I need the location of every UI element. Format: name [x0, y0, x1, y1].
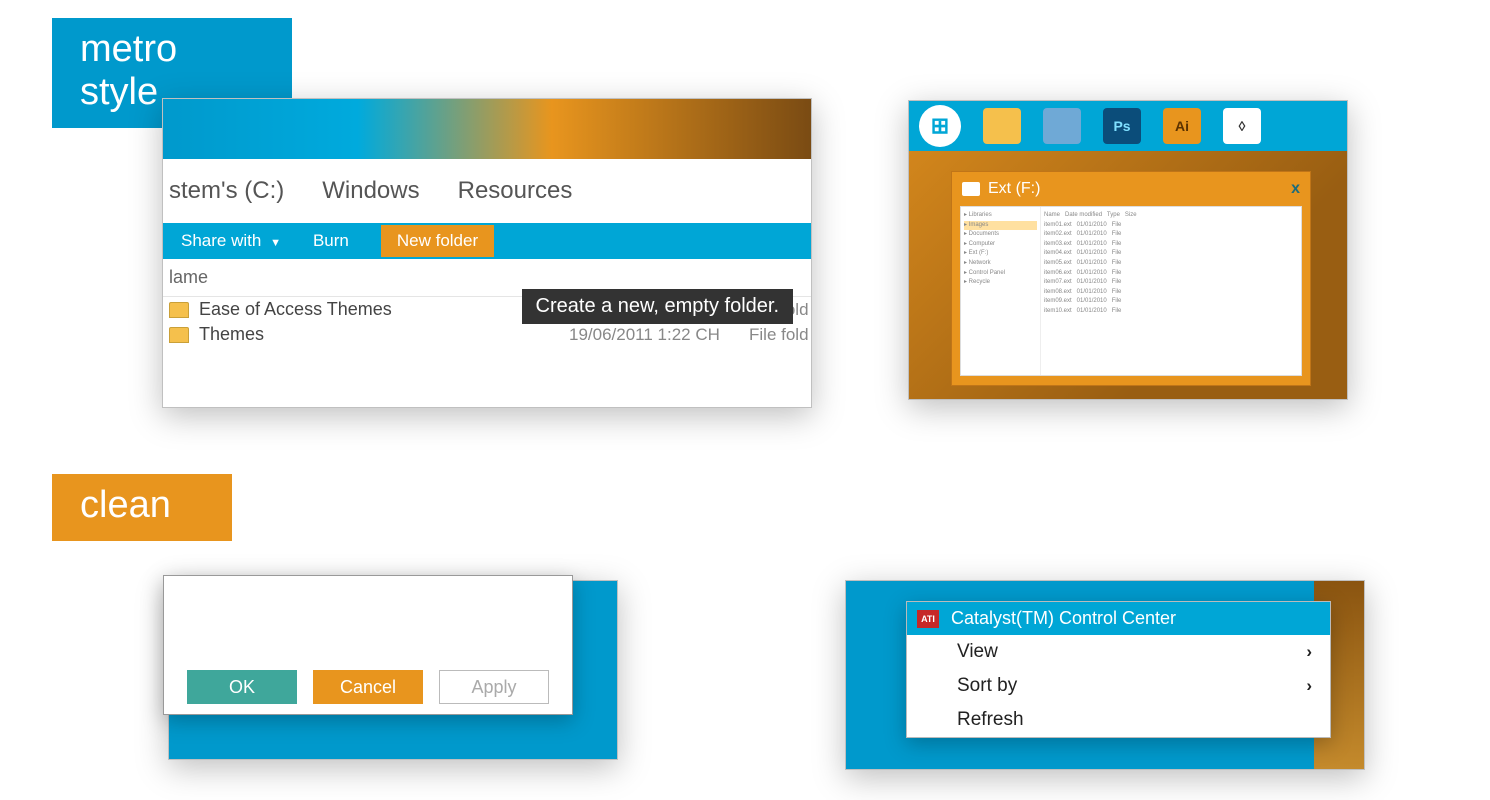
ok-button[interactable]: OK: [187, 670, 297, 704]
new-folder-button[interactable]: New folder: [381, 225, 494, 257]
taskbar-folder-icon[interactable]: [983, 108, 1021, 144]
breadcrumb-item[interactable]: Windows: [322, 177, 419, 205]
apply-button[interactable]: Apply: [439, 670, 549, 704]
file-name: Themes: [199, 324, 569, 345]
context-menu-item-view[interactable]: View ›: [907, 635, 1330, 669]
context-menu-header[interactable]: ATI Catalyst(TM) Control Center: [907, 602, 1330, 635]
taskbar-photoshop-icon[interactable]: Ps: [1103, 108, 1141, 144]
menu-label: Sort by: [957, 675, 1017, 697]
breadcrumb-item[interactable]: Resources: [458, 177, 573, 205]
folder-icon: [169, 327, 189, 343]
taskbar: ⊞ Ps Ai ◊: [909, 101, 1347, 151]
context-menu: ATI Catalyst(TM) Control Center View › S…: [906, 601, 1331, 738]
file-name: Ease of Access Themes: [199, 299, 569, 320]
drive-window-body: ▸ Libraries ▸ Images ▸ Documents ▸ Compu…: [960, 206, 1302, 376]
menu-label: View: [957, 641, 998, 663]
burn-button[interactable]: Burn: [313, 231, 349, 251]
chevron-right-icon: ›: [1306, 642, 1312, 662]
ati-icon: ATI: [917, 610, 939, 628]
start-button[interactable]: ⊞: [919, 105, 961, 147]
share-with-label: Share with: [181, 231, 261, 250]
cancel-button[interactable]: Cancel: [313, 670, 423, 704]
context-menu-item-sortby[interactable]: Sort by ›: [907, 669, 1330, 703]
breadcrumb-item[interactable]: stem's (C:): [169, 177, 284, 205]
close-icon[interactable]: x: [1291, 180, 1300, 198]
context-menu-item-refresh[interactable]: Refresh: [907, 703, 1330, 737]
file-type: File fold: [749, 325, 809, 345]
chevron-down-icon: ▼: [270, 237, 281, 249]
drive-icon: [962, 182, 980, 196]
file-list[interactable]: Name Date modified Type Size item01.ext …: [1041, 207, 1301, 375]
file-date: 19/06/2011 1:22 CH: [569, 325, 749, 345]
context-menu-panel: ATI Catalyst(TM) Control Center View › S…: [845, 580, 1365, 770]
folder-tree[interactable]: ▸ Libraries ▸ Images ▸ Documents ▸ Compu…: [961, 207, 1041, 375]
window-titlebar[interactable]: Ext (F:) x: [952, 172, 1310, 206]
folder-icon: [169, 302, 189, 318]
dialog-window: OK Cancel Apply: [163, 575, 573, 715]
dialog-button-row: OK Cancel Apply: [164, 670, 572, 704]
explorer-window: stem's (C:) Windows Resources Share with…: [162, 98, 812, 408]
window-title: Ext (F:): [988, 180, 1040, 198]
drive-window: Ext (F:) x ▸ Libraries ▸ Images ▸ Docume…: [951, 171, 1311, 386]
taskbar-preview-panel: ⊞ Ps Ai ◊ Ext (F:) x ▸ Libraries ▸ Image…: [908, 100, 1348, 400]
share-with-button[interactable]: Share with ▼: [181, 231, 281, 251]
taskbar-computer-icon[interactable]: [1043, 108, 1081, 144]
menu-label: Refresh: [957, 709, 1024, 731]
taskbar-foobar-icon[interactable]: ◊: [1223, 108, 1261, 144]
explorer-header-stripe: [163, 99, 811, 159]
tooltip: Create a new, empty folder.: [522, 289, 793, 324]
breadcrumb[interactable]: stem's (C:) Windows Resources: [163, 159, 811, 223]
command-bar: Share with ▼ Burn New folder: [163, 223, 811, 259]
section-label-clean: clean: [52, 474, 232, 541]
taskbar-illustrator-icon[interactable]: Ai: [1163, 108, 1201, 144]
table-row[interactable]: Themes 19/06/2011 1:22 CH File fold: [163, 322, 811, 347]
dialog-panel: OK Cancel Apply: [168, 580, 618, 760]
context-menu-header-label: Catalyst(TM) Control Center: [951, 608, 1176, 629]
chevron-right-icon: ›: [1306, 676, 1312, 696]
